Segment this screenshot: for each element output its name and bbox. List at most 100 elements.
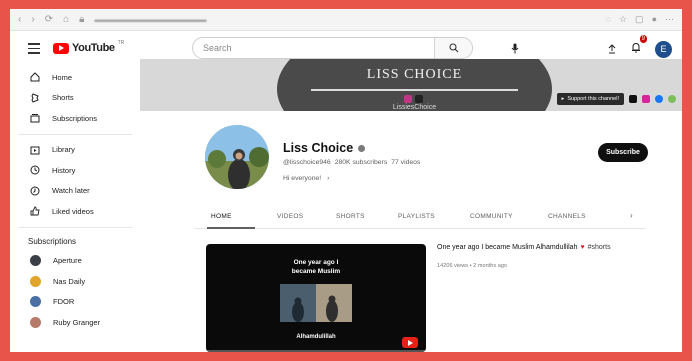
youtube-logo[interactable]: YouTube TR bbox=[53, 40, 125, 54]
watch-later-icon bbox=[30, 186, 40, 196]
featured-video-title[interactable]: One year ago I became Muslim Alhamdullil… bbox=[437, 244, 611, 251]
library-icon bbox=[30, 145, 40, 155]
sidebar: Home Shorts Subscriptions Library History Wa… bbox=[10, 67, 140, 352]
banner-social-icons bbox=[404, 95, 423, 103]
profile-browser-icon[interactable]: ● bbox=[652, 14, 657, 25]
subscription-item[interactable]: Nas Daily bbox=[10, 271, 140, 292]
search-input[interactable] bbox=[193, 38, 434, 58]
subscription-item[interactable]: FDOR bbox=[10, 292, 140, 313]
logo-text: YouTube bbox=[72, 42, 115, 54]
channel-avatar[interactable] bbox=[205, 125, 269, 189]
featured-title-tag[interactable]: #shorts bbox=[588, 244, 611, 251]
sidebar-item-subscriptions[interactable]: Subscriptions bbox=[10, 108, 140, 129]
back-icon[interactable]: ‹ bbox=[18, 14, 21, 25]
logo-country: TR bbox=[117, 40, 125, 46]
tab-home[interactable]: HOME bbox=[211, 213, 232, 220]
collections-icon[interactable]: ▢ bbox=[635, 14, 644, 25]
sidebar-divider bbox=[18, 226, 132, 228]
sidebar-item-library[interactable]: Library bbox=[10, 140, 140, 161]
tab-playlists[interactable]: PLAYLISTS bbox=[398, 213, 435, 220]
reload-icon[interactable]: ⟳ bbox=[45, 14, 53, 25]
extensions-icon[interactable]: ◌ bbox=[606, 14, 611, 25]
chevron-right-icon: › bbox=[327, 175, 330, 182]
subscribe-button[interactable]: Subscribe bbox=[598, 143, 648, 162]
channel-name-text: Liss Choice bbox=[283, 141, 354, 155]
upload-icon[interactable] bbox=[607, 44, 617, 54]
home-browser-icon[interactable]: ⌂ bbox=[63, 14, 69, 25]
sidebar-item-label: Library bbox=[52, 145, 75, 155]
subscription-avatar bbox=[30, 316, 41, 328]
lock-icon: 🔒︎ bbox=[79, 14, 85, 25]
menu-icon[interactable] bbox=[28, 43, 40, 57]
instagram-link-icon[interactable] bbox=[642, 95, 650, 103]
tiktok-link-icon[interactable] bbox=[629, 95, 637, 103]
history-icon bbox=[30, 165, 40, 175]
liked-videos-icon bbox=[30, 206, 40, 216]
verified-icon bbox=[358, 144, 366, 152]
sidebar-item-label: Watch later bbox=[52, 186, 90, 196]
microphone-icon[interactable] bbox=[511, 43, 519, 54]
support-link[interactable]: ▸ Support this channel! bbox=[556, 93, 624, 105]
facebook-link-icon[interactable] bbox=[655, 95, 663, 103]
featured-video-meta: 14206 views • 2 months ago bbox=[437, 263, 508, 269]
favorites-icon[interactable]: ☆ bbox=[619, 14, 627, 25]
address-bar[interactable]: ▬▬▬▬▬▬▬▬▬▬▬▬▬▬ bbox=[94, 15, 595, 24]
channel-description[interactable]: Hi everyone! › bbox=[283, 175, 329, 182]
heart-icon: ♥ bbox=[580, 244, 585, 251]
tab-shorts[interactable]: SHORTS bbox=[336, 213, 365, 220]
browser-window: ‹ › ⟳ ⌂ 🔒︎ ▬▬▬▬▬▬▬▬▬▬▬▬▬▬ ◌ ☆ ▢ ● ⋯ YouT… bbox=[10, 9, 682, 352]
sidebar-item-label: Liked videos bbox=[52, 206, 94, 216]
search-button[interactable] bbox=[434, 38, 472, 58]
thumbnail-title-line1: One year ago I bbox=[293, 259, 339, 266]
tab-videos[interactable]: VIDEOS bbox=[277, 213, 303, 220]
thumbnail-caption: Alhamdulillah bbox=[296, 334, 336, 340]
subscriptions-heading: Subscriptions bbox=[28, 237, 77, 246]
other-link-icon[interactable] bbox=[668, 95, 676, 103]
tab-community[interactable]: COMMUNITY bbox=[470, 213, 513, 220]
sidebar-item-history[interactable]: History bbox=[10, 160, 140, 181]
banner-handle: LissiesChoice bbox=[392, 104, 437, 111]
subscription-item[interactable]: Aperture bbox=[10, 251, 140, 272]
bell-icon bbox=[632, 42, 640, 53]
notifications-button[interactable]: 9 bbox=[631, 35, 647, 58]
thumbnail-title: One year ago I became Muslim bbox=[206, 258, 426, 276]
sidebar-item-label: History bbox=[52, 165, 76, 175]
channel-name: Liss Choice bbox=[283, 141, 366, 155]
search-icon bbox=[448, 43, 458, 53]
notification-badge: 9 bbox=[639, 35, 647, 43]
channel-meta: @lisschoice946 280K subscribers 77 video… bbox=[283, 159, 420, 166]
menu-dots-icon[interactable]: ⋯ bbox=[665, 14, 674, 25]
shorts-icon bbox=[30, 93, 40, 103]
featured-title-text: One year ago I became Muslim Alhamdullil… bbox=[437, 244, 578, 251]
featured-video-thumbnail[interactable]: One year ago I became Muslim Alhamdulill… bbox=[206, 244, 426, 352]
browser-toolbar: ‹ › ⟳ ⌂ 🔒︎ ▬▬▬▬▬▬▬▬▬▬▬▬▬▬ ◌ ☆ ▢ ● ⋯ bbox=[10, 9, 682, 31]
sidebar-item-watch-later[interactable]: Watch later bbox=[10, 181, 140, 202]
sidebar-item-label: Home bbox=[52, 72, 73, 82]
tabs-scroll-right-icon[interactable]: › bbox=[630, 211, 633, 220]
subscription-item[interactable]: Ruby Granger bbox=[10, 312, 140, 333]
subscription-label: Ruby Granger bbox=[53, 317, 101, 327]
banner-divider bbox=[311, 89, 518, 91]
subscription-avatar bbox=[30, 296, 41, 308]
banner-links: ▸ Support this channel! bbox=[556, 93, 676, 105]
thumbnail-title-line2: became Muslim bbox=[291, 268, 341, 275]
account-avatar[interactable]: E bbox=[655, 40, 672, 58]
sidebar-item-label: Subscriptions bbox=[52, 113, 98, 123]
youtube-play-button-icon[interactable] bbox=[402, 337, 418, 348]
home-icon bbox=[30, 72, 40, 82]
video-count: 77 videos bbox=[391, 159, 421, 166]
sidebar-item-home[interactable]: Home bbox=[10, 67, 140, 88]
sidebar-item-liked-videos[interactable]: Liked videos bbox=[10, 201, 140, 222]
tab-channels[interactable]: CHANNELS bbox=[548, 213, 586, 220]
subscription-label: Aperture bbox=[53, 256, 82, 266]
subscription-label: FDOR bbox=[53, 297, 75, 307]
sidebar-item-shorts[interactable]: Shorts bbox=[10, 88, 140, 109]
channel-tabs: HOME VIDEOS SHORTS PLAYLISTS COMMUNITY C… bbox=[195, 207, 646, 229]
subscription-avatar bbox=[30, 255, 41, 267]
youtube-play-icon bbox=[53, 42, 69, 54]
subscriptions-icon bbox=[30, 113, 40, 123]
forward-icon[interactable]: › bbox=[31, 14, 34, 25]
link-icon: ▸ bbox=[561, 96, 565, 102]
channel-description-text: Hi everyone! bbox=[283, 175, 322, 182]
video-progress-bar[interactable] bbox=[206, 350, 426, 352]
